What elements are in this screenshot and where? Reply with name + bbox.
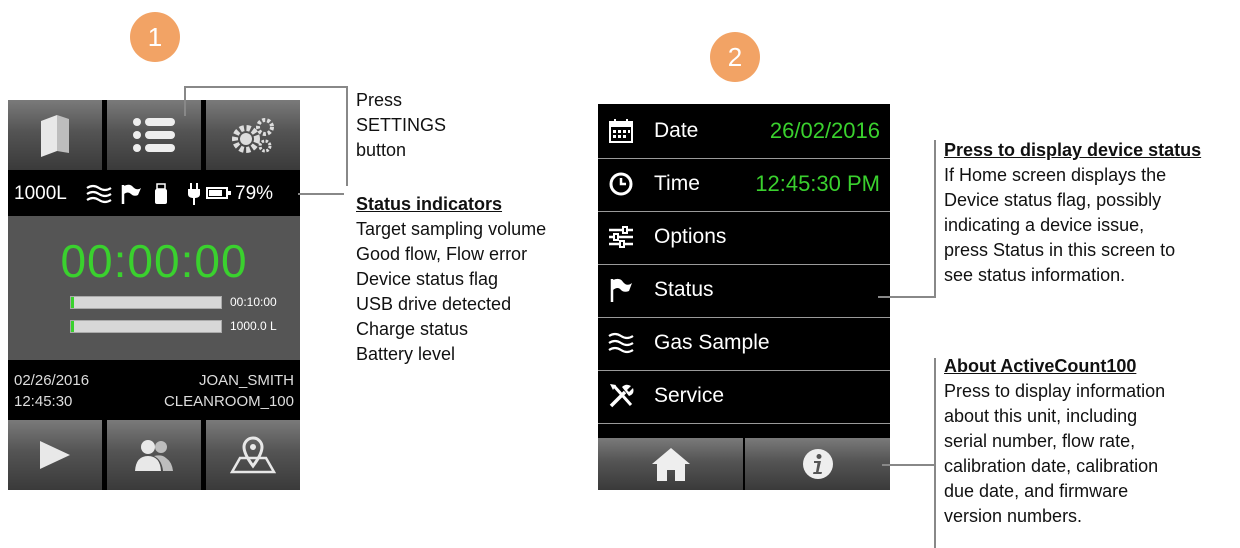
settings-callout-line (184, 86, 186, 116)
settings-screen: Date 26/02/2016 Time 12:45:30 PM Options… (598, 104, 890, 490)
callout-line: press Status in this screen to (944, 240, 1176, 260)
about-button[interactable] (745, 438, 890, 490)
gears-button[interactable] (206, 100, 300, 170)
menu-item-label: Status (654, 278, 714, 301)
manual-button[interactable] (8, 100, 102, 170)
callout-line: button (356, 140, 407, 160)
flag-icon (610, 278, 632, 302)
map-pin-icon (230, 436, 276, 474)
flag-icon (121, 184, 141, 204)
device-status-callout-line (934, 140, 936, 298)
menu-item-time[interactable]: Time 12:45:30 PM (598, 159, 890, 212)
settings-button[interactable] (107, 100, 201, 170)
battery-percent: 79% (235, 183, 274, 204)
settings-callout: Press SETTINGS button (356, 88, 446, 163)
callout-line: Press (356, 90, 403, 110)
callout-line: calibration date, calibration (944, 456, 1159, 476)
sample-date: 02/26/2016 (14, 372, 90, 389)
sampling-panel: 00:00:00 00:10:00 1000.0 L (8, 216, 300, 360)
home-button[interactable] (598, 438, 743, 490)
location-button[interactable] (206, 420, 300, 490)
volume-progress-label: 1000.0 L (230, 319, 277, 333)
time-value: 12:45:30 PM (755, 171, 880, 196)
callout-line: Press to display information (944, 381, 1166, 401)
menu-item-service[interactable]: Service (598, 371, 890, 424)
step-badge-2: 2 (710, 32, 760, 82)
start-button[interactable] (8, 420, 102, 490)
callout-line: due date, and firmware (944, 481, 1129, 501)
tools-icon (609, 384, 634, 408)
users-icon (135, 440, 173, 471)
about-callout: About ActiveCount100 Press to display in… (944, 354, 1165, 529)
callout-line: If Home screen displays the (944, 165, 1167, 185)
status-callout-line (298, 193, 344, 195)
step-badge-1: 1 (130, 12, 180, 62)
menu-item-options[interactable]: Options (598, 212, 890, 265)
user-name: JOAN_SMITH (198, 372, 294, 389)
callout-line: Device status flag (356, 269, 499, 289)
sample-info: 02/26/2016 12:45:30 JOAN_SMITH CLEANROOM… (8, 366, 300, 416)
callout-line: Good flow, Flow error (356, 244, 528, 264)
menu-item-label: Date (654, 119, 699, 142)
usb-drive-icon (155, 183, 167, 204)
menu-item-label: Service (654, 384, 725, 407)
menu-item-date[interactable]: Date 26/02/2016 (598, 106, 890, 159)
date-value: 26/02/2016 (769, 118, 880, 143)
menu-item-status[interactable]: Status (598, 265, 890, 318)
time-progress-label: 00:10:00 (230, 295, 277, 309)
list-icon (133, 118, 175, 152)
home-screen: 1000L 79% 00:00:00 00:10:00 1000.0 L 02/… (8, 100, 300, 490)
callout-line: indicating a device issue, (944, 215, 1145, 235)
about-callout-line (934, 358, 936, 548)
menu-item-gas-sample[interactable]: Gas Sample (598, 318, 890, 371)
menu-item-label: Gas Sample (654, 331, 770, 354)
device-status-callout: Press to display device status If Home s… (944, 138, 1201, 288)
callout-line: version numbers. (944, 506, 1083, 526)
callout-line: Target sampling volume (356, 219, 547, 239)
sliders-icon (609, 226, 633, 248)
device-status-callout-line (878, 296, 936, 298)
settings-callout-line (184, 86, 348, 88)
callout-line: Battery level (356, 344, 456, 364)
sample-time: 12:45:30 (14, 393, 73, 410)
callout-line: Charge status (356, 319, 469, 339)
target-volume: 1000L (14, 183, 67, 204)
about-callout-line (882, 464, 936, 466)
calendar-icon (609, 119, 633, 143)
location-name: CLEANROOM_100 (163, 393, 294, 410)
play-icon (40, 441, 70, 469)
callout-line: SETTINGS (356, 115, 447, 135)
callout-line: Device status flag, possibly (944, 190, 1162, 210)
clock-icon (609, 172, 633, 196)
home-icon (651, 448, 690, 481)
callout-line: see status information. (944, 265, 1126, 285)
wave-icon (608, 332, 634, 354)
callout-line: USB drive detected (356, 294, 512, 314)
time-progress-bar (70, 296, 222, 309)
callout-line: about this unit, including (944, 406, 1138, 426)
book-icon (41, 115, 69, 157)
users-button[interactable] (107, 420, 201, 490)
callout-line: serial number, flow rate, (944, 431, 1136, 451)
gears-icon (232, 118, 274, 153)
settings-callout-line (346, 86, 348, 186)
callout-heading: Press to display device status (944, 140, 1202, 160)
volume-progress-bar (70, 320, 222, 333)
callout-heading: About ActiveCount100 (944, 356, 1137, 376)
status-bar: 1000L 79% (8, 176, 300, 212)
sample-timer: 00:00:00 (60, 235, 248, 287)
battery-icon (206, 187, 231, 199)
callout-heading: Status indicators (356, 194, 503, 214)
flow-icon (86, 184, 112, 204)
menu-item-label: Time (654, 172, 700, 195)
menu-item-label: Options (654, 225, 727, 248)
plug-icon (188, 183, 200, 205)
info-icon (802, 449, 833, 479)
status-indicators-callout: Status indicators Target sampling volume… (356, 192, 546, 367)
